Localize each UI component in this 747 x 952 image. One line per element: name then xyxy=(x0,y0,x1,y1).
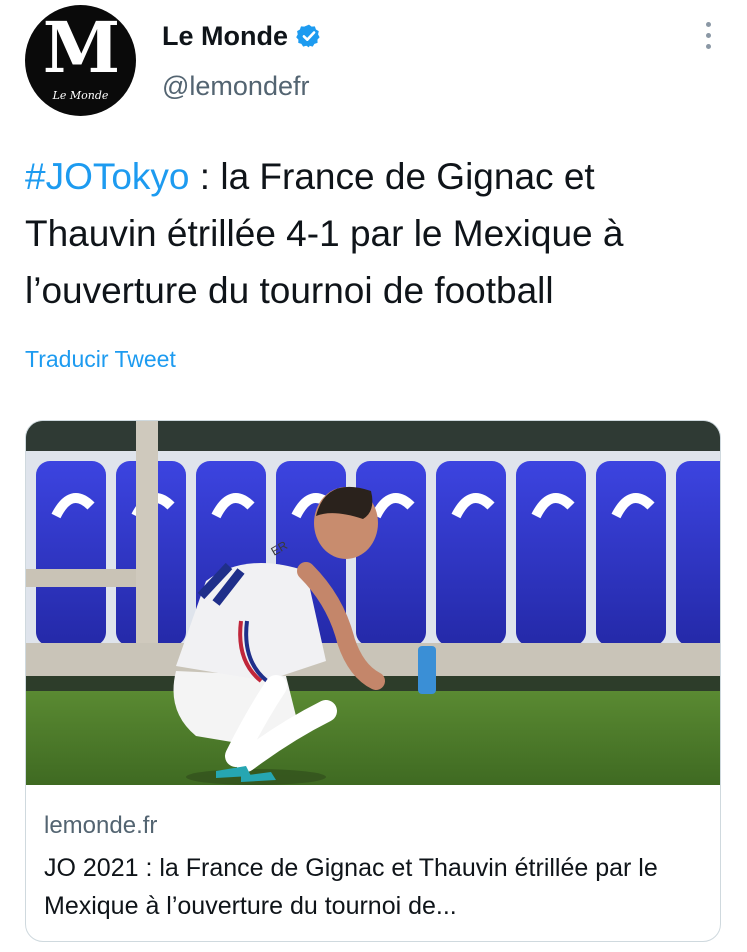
avatar[interactable]: M Le Monde xyxy=(25,5,136,116)
more-options-icon[interactable] xyxy=(698,22,718,56)
card-domain: lemonde.fr xyxy=(44,812,158,839)
account-handle[interactable]: @lemondefr xyxy=(162,71,309,102)
tweet-text: #JOTokyo : la France de Gignac et Thauvi… xyxy=(25,148,730,319)
display-name[interactable]: Le Monde xyxy=(162,21,288,52)
avatar-logo-letter: M xyxy=(42,6,121,89)
verified-badge-icon xyxy=(296,24,320,48)
avatar-logo-wordmark: Le Monde xyxy=(52,89,109,102)
account-name-row[interactable]: Le Monde xyxy=(162,18,322,54)
translate-tweet-link[interactable]: Traducir Tweet xyxy=(25,346,176,373)
article-photo[interactable]: ER xyxy=(26,421,721,785)
hashtag-link[interactable]: #JOTokyo xyxy=(25,156,190,197)
card-title[interactable]: JO 2021 : la France de Gignac et Thauvin… xyxy=(44,849,704,925)
link-card[interactable]: ER lemonde.fr JO 2021 : la France de Gig… xyxy=(25,420,721,942)
